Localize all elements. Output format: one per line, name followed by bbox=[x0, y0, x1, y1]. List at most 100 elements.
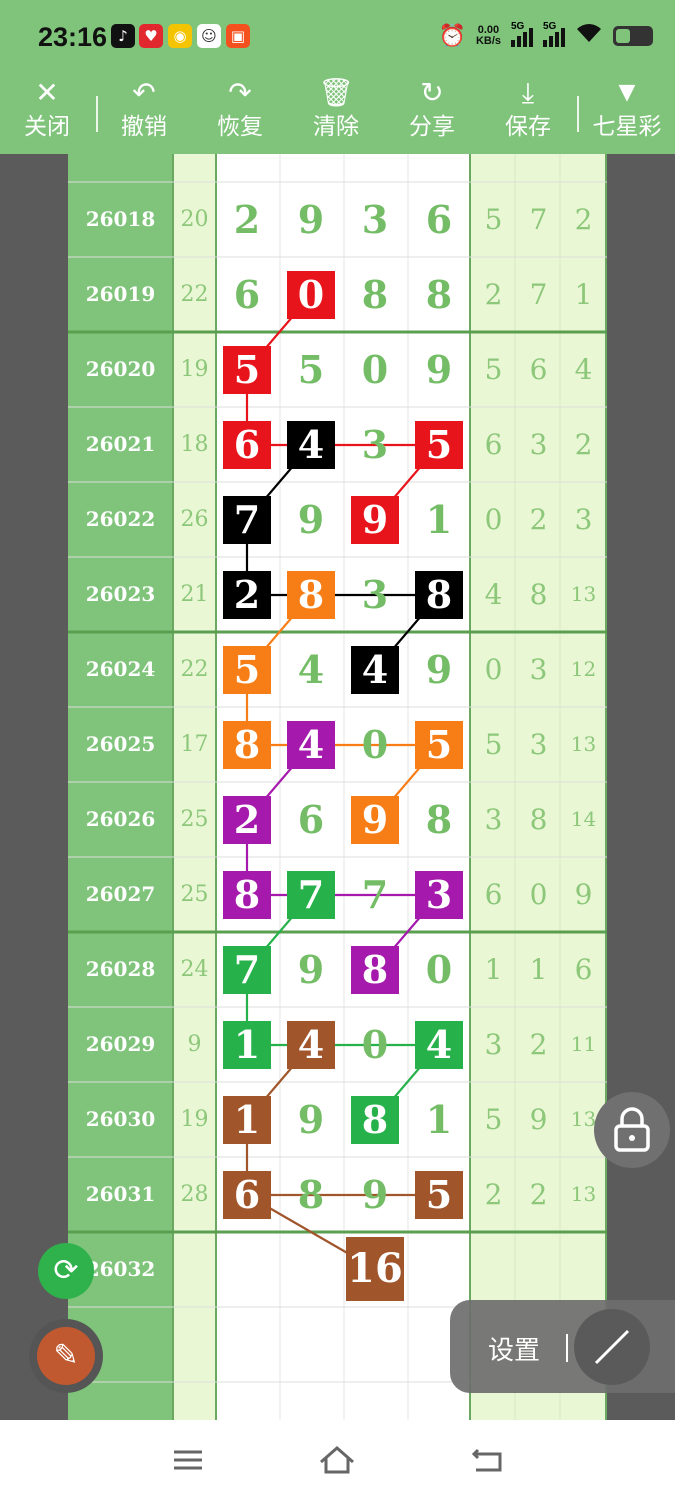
status-bar: 23:16 ♪ ♥ ◉ ☺ ▣ ⏰ 0.00 KB/s 5G 5G bbox=[0, 0, 675, 76]
digit-cell[interactable]: 9 bbox=[415, 646, 463, 694]
digit-cell[interactable]: 7 bbox=[223, 946, 271, 994]
digit-cell[interactable]: 9 bbox=[351, 496, 399, 544]
close-label: 关闭 bbox=[24, 114, 70, 140]
net-speed-unit: KB/s bbox=[475, 35, 501, 47]
tail-value: 5 bbox=[484, 353, 503, 386]
digit-cell[interactable]: 6 bbox=[223, 421, 271, 469]
menu-icon[interactable] bbox=[168, 1440, 208, 1480]
issue-number: 26029 bbox=[85, 1032, 156, 1056]
save-button[interactable]: ⤓ 保存 bbox=[488, 76, 568, 154]
digit-cell[interactable]: 3 bbox=[351, 571, 399, 619]
digit-cell[interactable]: 4 bbox=[415, 1021, 463, 1069]
digit-cell[interactable]: 8 bbox=[351, 1096, 399, 1144]
table-row: 26027 25 8 7 7 3 6 0 9 bbox=[68, 857, 607, 932]
digit-cell[interactable]: 9 bbox=[287, 496, 335, 544]
digit-cell[interactable]: 3 bbox=[351, 421, 399, 469]
digit-cell[interactable] bbox=[223, 1246, 271, 1294]
pen-button[interactable]: ✎ bbox=[37, 1327, 95, 1385]
digit-cell[interactable]: 8 bbox=[351, 271, 399, 319]
redo-button[interactable]: ↷ 恢复 bbox=[200, 76, 280, 154]
status-time: 23:16 bbox=[38, 22, 108, 52]
digit-cell[interactable] bbox=[415, 1246, 463, 1294]
digit-cell[interactable]: 4 bbox=[351, 646, 399, 694]
sum-value: 24 bbox=[180, 957, 209, 982]
digit-cell[interactable]: 8 bbox=[351, 946, 399, 994]
digit-cell[interactable]: 7 bbox=[351, 871, 399, 919]
share-button[interactable]: ↻ 分享 bbox=[392, 76, 472, 154]
digit-cell[interactable]: 9 bbox=[287, 946, 335, 994]
lock-button[interactable] bbox=[594, 1092, 670, 1168]
digit-cell[interactable]: 5 bbox=[287, 346, 335, 394]
refresh-button[interactable]: ⟳ bbox=[38, 1243, 94, 1299]
sum-value: 20 bbox=[180, 207, 209, 232]
digit-cell[interactable]: 2 bbox=[223, 571, 271, 619]
digit-cell[interactable]: 2 bbox=[223, 196, 271, 244]
digit-cell[interactable]: 6 bbox=[415, 196, 463, 244]
digit-cell[interactable]: 8 bbox=[415, 271, 463, 319]
digit-cell[interactable]: 5 bbox=[223, 346, 271, 394]
digit-cell[interactable]: 3 bbox=[415, 871, 463, 919]
digit-cell[interactable]: 1 bbox=[415, 496, 463, 544]
table-row: 26018 20 2 9 3 6 5 7 2 bbox=[68, 182, 607, 257]
digit-cell[interactable]: 5 bbox=[415, 1171, 463, 1219]
clear-button[interactable]: 🗑 清除 bbox=[296, 76, 376, 154]
table-row: 26031 28 6 8 9 5 2 2 13 bbox=[68, 1157, 607, 1232]
settings-button[interactable]: 设置 bbox=[488, 1330, 540, 1367]
digit-cell[interactable]: 0 bbox=[351, 721, 399, 769]
digit-cell[interactable]: 5 bbox=[415, 421, 463, 469]
digit-cell[interactable]: 8 bbox=[287, 571, 335, 619]
digit-cell[interactable]: 8 bbox=[223, 871, 271, 919]
wifi-icon bbox=[575, 22, 603, 50]
tail-value: 2 bbox=[574, 203, 593, 236]
digit-cell[interactable]: 5 bbox=[415, 721, 463, 769]
issue-number: 26022 bbox=[85, 507, 156, 531]
digit-cell[interactable]: 4 bbox=[287, 421, 335, 469]
digit-cell[interactable]: 4 bbox=[287, 646, 335, 694]
digit-cell[interactable]: 0 bbox=[415, 946, 463, 994]
digit-cell[interactable]: 9 bbox=[351, 1171, 399, 1219]
digit-cell[interactable] bbox=[287, 1246, 335, 1294]
issue-number: 26025 bbox=[85, 732, 156, 756]
digit-cell[interactable]: 0 bbox=[351, 346, 399, 394]
digit-cell[interactable]: 2 bbox=[223, 796, 271, 844]
digit-cell[interactable]: 9 bbox=[287, 1096, 335, 1144]
sum-value: 17 bbox=[180, 732, 209, 757]
digit-cell[interactable]: 0 bbox=[287, 271, 335, 319]
digit-cell[interactable]: 1 bbox=[223, 1096, 271, 1144]
digit-cell[interactable]: 1 bbox=[223, 1021, 271, 1069]
tail-value: 9 bbox=[529, 1103, 548, 1136]
trend-chart[interactable]: 26018 20 2 9 3 6 5 7 2 26019 22 6 0 8 8 2 7 1 26020 19 5 5 0 9 5… bbox=[68, 154, 607, 1420]
digit-cell[interactable]: 8 bbox=[287, 1171, 335, 1219]
digit-cell[interactable]: 8 bbox=[415, 796, 463, 844]
back-icon[interactable] bbox=[468, 1440, 508, 1480]
digit-cell[interactable]: 0 bbox=[351, 1021, 399, 1069]
home-icon[interactable] bbox=[317, 1440, 357, 1480]
sim2-label: 5G bbox=[543, 21, 557, 32]
digit-cell[interactable]: 8 bbox=[223, 721, 271, 769]
close-button[interactable]: ✕ 关闭 bbox=[7, 76, 87, 154]
sum-value: 19 bbox=[180, 1107, 209, 1132]
digit-cell[interactable]: 5 bbox=[223, 646, 271, 694]
undo-button[interactable]: ↶ 撤销 bbox=[104, 76, 184, 154]
digit-cell[interactable]: 1 bbox=[415, 1096, 463, 1144]
tail-value: 1 bbox=[484, 953, 503, 986]
digit-cell[interactable]: 3 bbox=[351, 196, 399, 244]
tail-value: 5 bbox=[484, 1103, 503, 1136]
digit-cell[interactable]: 4 bbox=[287, 721, 335, 769]
digit-cell[interactable]: 6 bbox=[223, 271, 271, 319]
digit-cell[interactable]: 9 bbox=[351, 796, 399, 844]
digit-cell[interactable]: 7 bbox=[223, 496, 271, 544]
digit-cell[interactable]: 8 bbox=[415, 571, 463, 619]
tail-value bbox=[561, 1232, 606, 1307]
digit-cell[interactable]: 6 bbox=[287, 796, 335, 844]
digit-cell[interactable]: 4 bbox=[287, 1021, 335, 1069]
digit-cell[interactable]: 9 bbox=[415, 346, 463, 394]
digit-cell[interactable]: 6 bbox=[223, 1171, 271, 1219]
digit-cell[interactable]: 7 bbox=[287, 871, 335, 919]
lottery-select-button[interactable]: ▼ 七星彩 bbox=[584, 76, 670, 154]
digit-cell[interactable]: 9 bbox=[287, 196, 335, 244]
line-tool-button[interactable] bbox=[574, 1309, 650, 1385]
tail-value: 2 bbox=[529, 1178, 548, 1211]
lock-icon bbox=[614, 1107, 650, 1152]
avatar-app-icon: ☺ bbox=[197, 24, 221, 48]
